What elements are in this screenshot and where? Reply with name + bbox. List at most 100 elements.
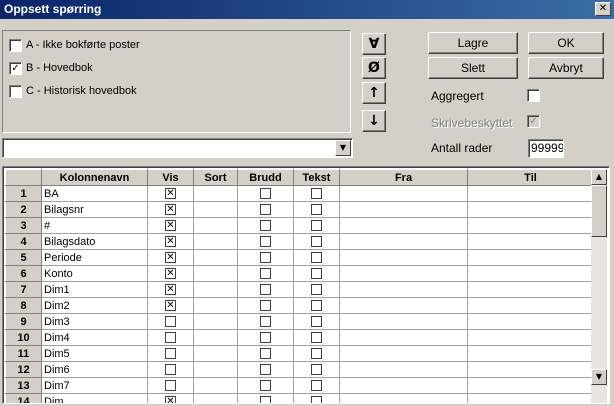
- tekst-checkbox[interactable]: [311, 348, 322, 360]
- brudd-checkbox[interactable]: [260, 252, 271, 264]
- tekst-cell[interactable]: [293, 249, 340, 266]
- vis-checkbox[interactable]: ✕: [165, 300, 176, 312]
- vis-checkbox[interactable]: ✕: [165, 252, 176, 264]
- tekst-cell[interactable]: [293, 281, 340, 298]
- vis-cell[interactable]: ✕: [147, 393, 194, 403]
- brudd-checkbox[interactable]: [260, 316, 271, 328]
- header-til[interactable]: Til: [467, 169, 594, 186]
- source-b-checkbox[interactable]: ✓: [9, 61, 22, 75]
- tekst-checkbox[interactable]: [311, 380, 322, 392]
- vis-checkbox[interactable]: ✕: [165, 220, 176, 232]
- vis-cell[interactable]: ✕: [147, 265, 194, 282]
- table-row[interactable]: 4 Bilagsdato ✕: [5, 233, 594, 250]
- tekst-cell[interactable]: [293, 233, 340, 250]
- vis-cell[interactable]: [147, 377, 194, 394]
- save-button[interactable]: Lagre: [428, 32, 518, 54]
- brudd-checkbox[interactable]: [260, 300, 271, 312]
- vis-cell[interactable]: ✕: [147, 201, 194, 218]
- tekst-checkbox[interactable]: [311, 316, 322, 328]
- tekst-checkbox[interactable]: [311, 284, 322, 296]
- vis-checkbox[interactable]: [165, 332, 176, 344]
- table-row[interactable]: 8 Dim2 ✕: [5, 297, 594, 314]
- table-row[interactable]: 7 Dim1 ✕: [5, 281, 594, 298]
- sort-cell[interactable]: [193, 185, 238, 202]
- brudd-cell[interactable]: [237, 329, 294, 346]
- scroll-thumb[interactable]: [591, 185, 607, 237]
- brudd-cell[interactable]: [237, 217, 294, 234]
- vis-checkbox[interactable]: ✕: [165, 268, 176, 280]
- vis-checkbox[interactable]: ✕: [165, 284, 176, 296]
- column-name-cell[interactable]: Konto: [41, 265, 148, 282]
- brudd-cell[interactable]: [237, 297, 294, 314]
- column-name-cell[interactable]: #: [41, 217, 148, 234]
- sort-cell[interactable]: [193, 249, 238, 266]
- vis-checkbox[interactable]: ✕: [165, 188, 176, 200]
- sort-cell[interactable]: [193, 329, 238, 346]
- grid-vertical-scrollbar[interactable]: ▲ ▼: [591, 169, 607, 403]
- tekst-cell[interactable]: [293, 217, 340, 234]
- tekst-checkbox[interactable]: [311, 204, 322, 216]
- vis-cell[interactable]: ✕: [147, 281, 194, 298]
- header-fra[interactable]: Fra: [339, 169, 468, 186]
- tekst-checkbox[interactable]: [311, 268, 322, 280]
- brudd-checkbox[interactable]: [260, 236, 271, 248]
- sort-cell[interactable]: [193, 345, 238, 362]
- brudd-cell[interactable]: [237, 265, 294, 282]
- vis-checkbox[interactable]: [165, 380, 176, 392]
- column-name-cell[interactable]: Dim7: [41, 377, 148, 394]
- brudd-checkbox[interactable]: [260, 188, 271, 200]
- vis-checkbox[interactable]: [165, 348, 176, 360]
- table-row[interactable]: 2 Bilagsnr ✕: [5, 201, 594, 218]
- fra-cell[interactable]: [339, 249, 468, 266]
- tekst-checkbox[interactable]: [311, 220, 322, 232]
- til-cell[interactable]: [467, 185, 594, 202]
- tekst-cell[interactable]: [293, 265, 340, 282]
- table-row[interactable]: 11 Dim5: [5, 345, 594, 362]
- brudd-checkbox[interactable]: [260, 396, 271, 403]
- brudd-cell[interactable]: [237, 393, 294, 403]
- column-name-cell[interactable]: Bilagsdato: [41, 233, 148, 250]
- brudd-cell[interactable]: [237, 313, 294, 330]
- fra-cell[interactable]: [339, 185, 468, 202]
- table-row[interactable]: 9 Dim3: [5, 313, 594, 330]
- header-vis[interactable]: Vis: [147, 169, 194, 186]
- table-row[interactable]: 6 Konto ✕: [5, 265, 594, 282]
- til-cell[interactable]: [467, 249, 594, 266]
- column-name-cell[interactable]: Dim...: [41, 393, 148, 403]
- til-cell[interactable]: [467, 201, 594, 218]
- vis-cell[interactable]: ✕: [147, 233, 194, 250]
- table-row[interactable]: 13 Dim7: [5, 377, 594, 394]
- sort-cell[interactable]: [193, 377, 238, 394]
- select-all-button[interactable]: ∀: [362, 33, 386, 55]
- column-name-cell[interactable]: Periode: [41, 249, 148, 266]
- brudd-checkbox[interactable]: [260, 268, 271, 280]
- source-option-b[interactable]: ✓ B - Hovedbok: [9, 60, 93, 76]
- brudd-checkbox[interactable]: [260, 380, 271, 392]
- move-down-button[interactable]: ↓: [362, 110, 386, 132]
- tekst-cell[interactable]: [293, 393, 340, 403]
- scroll-down-button[interactable]: ▼: [591, 369, 607, 385]
- column-name-cell[interactable]: Dim1: [41, 281, 148, 298]
- cancel-button[interactable]: Avbryt: [528, 57, 604, 79]
- brudd-cell[interactable]: [237, 185, 294, 202]
- close-button[interactable]: ✕: [595, 2, 611, 16]
- til-cell[interactable]: [467, 377, 594, 394]
- fra-cell[interactable]: [339, 233, 468, 250]
- tekst-checkbox[interactable]: [311, 188, 322, 200]
- brudd-checkbox[interactable]: [260, 348, 271, 360]
- sort-cell[interactable]: [193, 265, 238, 282]
- column-name-cell[interactable]: Dim4: [41, 329, 148, 346]
- til-cell[interactable]: [467, 217, 594, 234]
- til-cell[interactable]: [467, 265, 594, 282]
- tekst-checkbox[interactable]: [311, 252, 322, 264]
- tekst-cell[interactable]: [293, 361, 340, 378]
- source-option-a[interactable]: A - Ikke bokførte poster: [9, 37, 140, 53]
- vis-cell[interactable]: ✕: [147, 217, 194, 234]
- sort-cell[interactable]: [193, 361, 238, 378]
- tekst-checkbox[interactable]: [311, 396, 322, 403]
- tekst-checkbox[interactable]: [311, 300, 322, 312]
- brudd-cell[interactable]: [237, 281, 294, 298]
- til-cell[interactable]: [467, 361, 594, 378]
- sort-cell[interactable]: [193, 233, 238, 250]
- fra-cell[interactable]: [339, 313, 468, 330]
